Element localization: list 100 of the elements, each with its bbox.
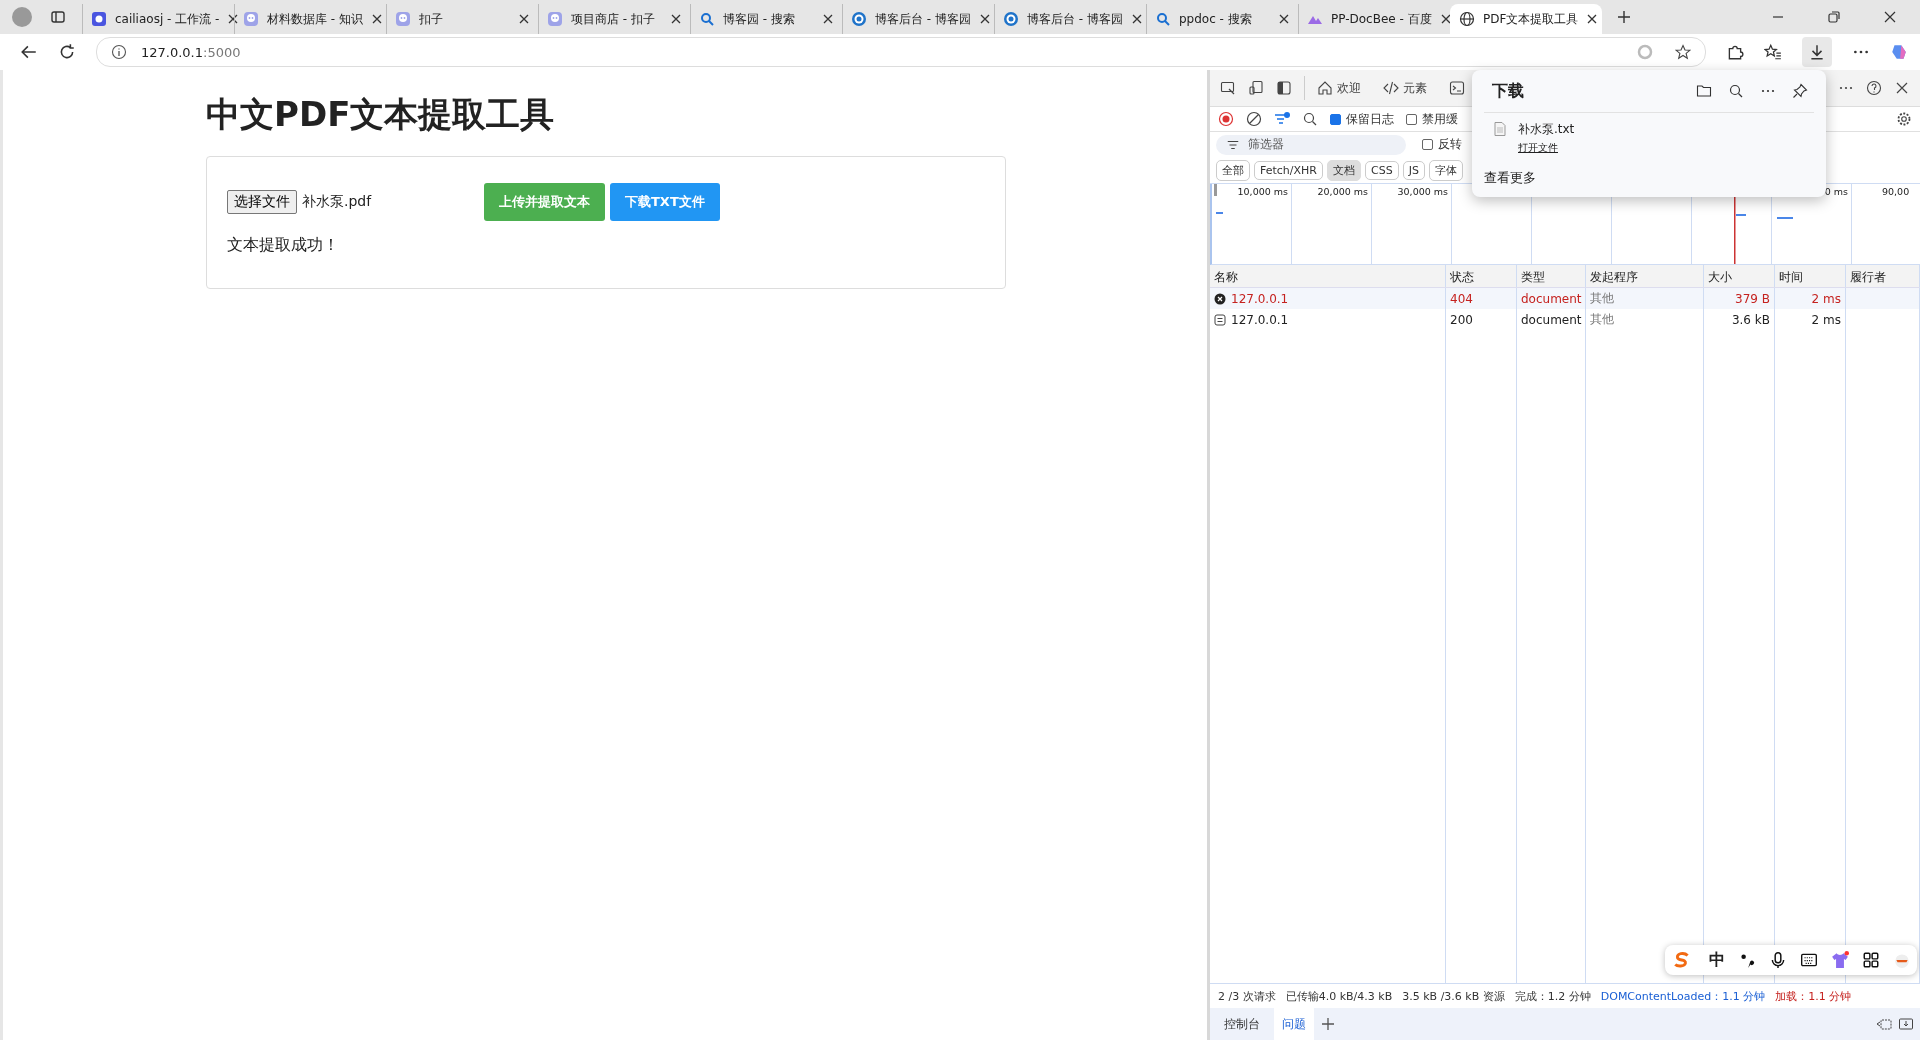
choose-file-button[interactable]: 选择文件: [227, 190, 297, 214]
column-header[interactable]: 大小: [1704, 265, 1775, 287]
table-cell: 127.0.0.1: [1231, 291, 1289, 306]
type-filter-chip[interactable]: Fetch/XHR: [1254, 160, 1323, 180]
table-cell: 3.6 kB: [1731, 312, 1770, 327]
download-icon[interactable]: [1802, 37, 1832, 67]
document-icon: [1214, 313, 1226, 326]
invert-checkbox[interactable]: 反转: [1422, 136, 1462, 153]
table-cell: 2 ms: [1811, 291, 1841, 306]
tab-title: 项目商店 - 扣子: [571, 10, 656, 28]
column-header[interactable]: 时间: [1775, 265, 1846, 287]
summary-text: 已传输4.0 kB/4.3 kB: [1285, 988, 1393, 1004]
new-tab-icon[interactable]: [1616, 9, 1632, 25]
bot-icon: [243, 11, 259, 27]
table-cell: 200: [1450, 312, 1473, 327]
add-icon[interactable]: [1320, 1016, 1336, 1032]
type-filter-chip[interactable]: 文档: [1327, 159, 1361, 181]
sidebar-icon[interactable]: [1276, 80, 1292, 96]
blog-icon: [1003, 11, 1019, 27]
timeline-tick-label: 20,000 ms: [1317, 186, 1368, 197]
pin-icon[interactable]: [1792, 83, 1808, 99]
column-header[interactable]: 类型: [1517, 265, 1586, 287]
close-tab-icon[interactable]: [1130, 13, 1143, 25]
table-cell: document: [1521, 291, 1582, 306]
request-row[interactable]: 127.0.0.1 404 document 其他 379 B 2 ms: [1210, 288, 1920, 309]
restore-icon[interactable]: [1826, 9, 1842, 25]
close-tab-icon[interactable]: [670, 13, 682, 25]
folder-icon[interactable]: [1696, 83, 1712, 99]
type-filter-chip[interactable]: 全部: [1216, 159, 1250, 181]
device-icon[interactable]: [1248, 80, 1264, 96]
checkbox[interactable]: [1406, 113, 1417, 125]
record-icon[interactable]: [1218, 111, 1234, 127]
close-tab-icon[interactable]: [518, 13, 530, 25]
copilot-icon[interactable]: [1890, 43, 1908, 61]
panel-icon[interactable]: [1898, 1016, 1914, 1032]
drawer-tab[interactable]: 问题: [1274, 1007, 1314, 1040]
refresh-icon[interactable]: [58, 43, 76, 61]
console-icon[interactable]: [1449, 80, 1465, 96]
url-port: :5000: [203, 44, 241, 60]
microphone-icon[interactable]: [1769, 951, 1787, 969]
search-icon: [1155, 11, 1171, 27]
keyboard-icon[interactable]: [1800, 951, 1818, 969]
timeline-tick-label: 0 ms: [1824, 186, 1848, 197]
panel-tab-label: 元素: [1403, 79, 1427, 97]
tab-actions-icon[interactable]: [50, 9, 66, 25]
summary-text: 3.5 kB /3.6 kB 资源: [1402, 988, 1505, 1004]
type-filter-chip[interactable]: JS: [1402, 160, 1425, 180]
punctuation-icon[interactable]: [1738, 951, 1756, 969]
tab-title: ppdoc - 搜索: [1179, 10, 1253, 28]
close-icon[interactable]: [1894, 80, 1910, 96]
panel-tab[interactable]: 元素: [1383, 79, 1427, 97]
back-icon[interactable]: [20, 43, 38, 61]
favorite-star-icon[interactable]: [1675, 44, 1691, 60]
tab-title: cailiaosj - 工作流 -: [115, 10, 220, 28]
filter-field[interactable]: 筛选器: [1216, 134, 1406, 155]
open-file-link[interactable]: 打开文件: [1518, 141, 1575, 155]
shirt-icon[interactable]: [1831, 951, 1849, 969]
search-icon[interactable]: [1302, 111, 1318, 127]
inspect-icon[interactable]: [1220, 80, 1236, 96]
column-header[interactable]: 状态: [1446, 265, 1517, 287]
see-more-link[interactable]: 查看更多: [1484, 169, 1536, 187]
browser-tab[interactable]: PDF文本提取工具: [1450, 4, 1602, 34]
clear-icon[interactable]: [1246, 111, 1262, 127]
url-host: 127.0.0.1: [141, 44, 204, 60]
column-header[interactable]: 名称: [1210, 265, 1446, 287]
close-tab-icon[interactable]: [227, 13, 240, 25]
summary-text: 完成：1.2 分钟: [1514, 988, 1591, 1004]
close-tab-icon[interactable]: [370, 13, 383, 25]
input-mode-toggle[interactable]: 中: [1709, 949, 1725, 971]
type-filter-chip[interactable]: 字体: [1428, 159, 1463, 181]
close-icon[interactable]: [1882, 9, 1898, 25]
close-tab-icon[interactable]: [978, 13, 991, 25]
settings-icon[interactable]: [1896, 111, 1912, 127]
summary-text: DOMContentLoaded：1.1 分钟: [1600, 988, 1766, 1004]
column-header[interactable]: 履行者: [1846, 265, 1920, 287]
column-header[interactable]: 发起程序: [1586, 265, 1704, 287]
help-icon[interactable]: [1866, 80, 1882, 96]
close-tab-icon[interactable]: [1439, 13, 1452, 25]
drawer-tab[interactable]: 控制台: [1216, 1007, 1268, 1040]
grid-icon[interactable]: [1862, 951, 1880, 969]
checkbox[interactable]: [1422, 139, 1433, 150]
address-field[interactable]: 127.0.0.1:5000: [96, 37, 1706, 67]
close-tab-icon[interactable]: [1586, 13, 1599, 25]
filter-icon[interactable]: [1274, 111, 1290, 127]
disable-cache-checkbox[interactable]: 禁用缓: [1406, 110, 1458, 128]
close-tab-icon[interactable]: [1278, 13, 1290, 25]
request-row[interactable]: 127.0.0.1 200 document 其他 3.6 kB 2 ms: [1210, 309, 1920, 330]
puzzle-icon[interactable]: [1726, 43, 1744, 61]
type-filter-chip[interactable]: CSS: [1365, 160, 1399, 180]
close-tab-icon[interactable]: [822, 13, 834, 25]
s-logo-icon[interactable]: [1673, 951, 1691, 969]
checkbox[interactable]: [1330, 113, 1341, 125]
search-icon[interactable]: [1728, 83, 1744, 99]
downloads-title: 下载: [1492, 80, 1524, 102]
favorites-icon[interactable]: [1764, 43, 1782, 61]
tab-title: 材料数据库 - 知识: [267, 10, 363, 28]
panel-tab[interactable]: 欢迎: [1317, 79, 1361, 97]
preserve-log-checkbox[interactable]: 保留日志: [1330, 110, 1394, 128]
downloaded-file-name[interactable]: 补水泵.txt: [1518, 121, 1575, 138]
info-icon[interactable]: [111, 44, 127, 60]
